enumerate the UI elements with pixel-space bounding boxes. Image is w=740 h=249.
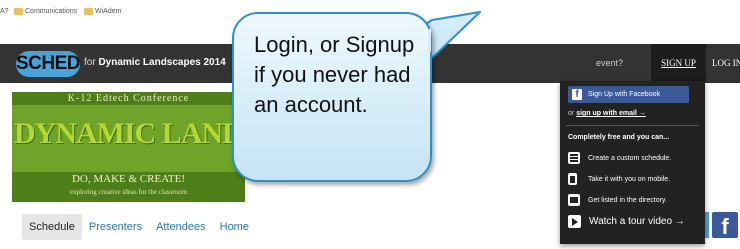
dropdown-divider <box>566 125 699 126</box>
sched-logo[interactable]: SCHED <box>16 51 81 77</box>
feature-directory: Get listed in the directory. <box>568 194 667 206</box>
list-icon <box>568 152 580 164</box>
email-signup-link[interactable]: sign up with email → <box>576 110 646 117</box>
id-card-icon <box>568 194 580 206</box>
callout-bubble: Login, or Signup if you never had an acc… <box>232 12 432 182</box>
watch-tour-video-link: Watch a tour video → <box>589 216 685 227</box>
banner-top-line: K-12 Edtech Conference <box>12 92 245 105</box>
event-prefix: for <box>84 57 96 68</box>
event-tabs: Schedule Presenters Attendees Home <box>22 213 256 241</box>
event-question: event? <box>596 58 624 68</box>
bookmark-item[interactable]: WiAdem <box>84 8 121 15</box>
event-name[interactable]: Dynamic Landscapes 2014 <box>98 57 225 68</box>
feature-label: Get listed in the directory. <box>588 196 667 204</box>
facebook-icon: f <box>572 89 582 100</box>
banner-bottom-band: DO, MAKE & CREATE! exploring creative id… <box>12 172 245 202</box>
tab-home[interactable]: Home <box>213 214 256 240</box>
bookmark-label: Communications <box>25 8 78 15</box>
facebook-share-icon[interactable]: f <box>712 212 738 239</box>
tab-schedule[interactable]: Schedule <box>22 214 82 240</box>
banner-subtagline: exploring creative ideas for the classro… <box>69 188 188 196</box>
conference-banner: K-12 Edtech Conference DYNAMIC LANDSCAPE… <box>12 92 245 202</box>
signup-button[interactable]: SIGN UP <box>651 44 706 83</box>
folder-icon <box>84 8 93 15</box>
bookmark-item[interactable]: Communications <box>14 8 77 15</box>
banner-main-text: DYNAMIC LANDSCAPES <box>14 117 245 150</box>
email-prefix: or <box>568 110 575 117</box>
feature-video[interactable]: Watch a tour video → <box>568 215 685 228</box>
video-icon <box>568 215 581 228</box>
tab-presenters[interactable]: Presenters <box>82 214 149 240</box>
facebook-signup-label: Sign Up with Facebook <box>588 91 660 98</box>
facebook-signup-button[interactable]: f Sign Up with Facebook <box>568 86 689 103</box>
login-button[interactable]: LOG IN <box>712 44 740 83</box>
email-signup-line: or sign up with email → <box>568 110 646 117</box>
signup-dropdown: f Sign Up with Facebook or sign up with … <box>560 81 705 244</box>
tab-attendees[interactable]: Attendees <box>149 214 213 240</box>
event-title: for Dynamic Landscapes 2014 <box>84 52 226 74</box>
bookmark-item[interactable]: A? <box>0 8 9 15</box>
folder-icon <box>14 8 23 15</box>
banner-tagline: DO, MAKE & CREATE! <box>71 173 186 185</box>
feature-label: Take it with you on mobile. <box>588 175 671 183</box>
bookmark-label: WiAdem <box>95 8 122 15</box>
callout-text: Login, or Signup if you never had an acc… <box>254 32 415 117</box>
free-text: Completely free and you can... <box>568 134 670 141</box>
feature-label: Create a custom schedule. <box>588 154 672 162</box>
feature-mobile: Take it with you on mobile. <box>568 173 670 185</box>
feature-schedule: Create a custom schedule. <box>568 152 671 164</box>
bookmark-label: A? <box>0 8 9 15</box>
phone-icon <box>568 173 577 185</box>
